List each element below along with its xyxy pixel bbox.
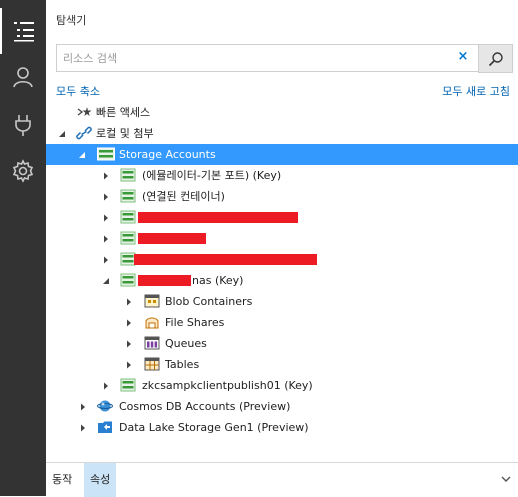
expand-caret-icon[interactable] [123, 312, 135, 333]
search-icon [488, 51, 503, 66]
tree-item-label: zkcsampkclientpublish01 (Key) [142, 379, 313, 392]
bottom-tab-bar: 동작 속성 [46, 462, 518, 497]
tree-item-redacted-account[interactable] [46, 207, 518, 228]
tree-item-queues[interactable]: Queues [46, 333, 518, 354]
tree-item-emulator[interactable]: (에뮬레이터-기본 포트) (Key) [46, 165, 518, 186]
tree-item-label: Data Lake Storage Gen1 (Preview) [119, 421, 309, 434]
tree-item-label: Storage Accounts [119, 148, 216, 161]
tree-item-account-nas[interactable]: nas (Key) [46, 270, 518, 291]
collapse-caret-icon[interactable] [100, 270, 112, 291]
settings-activity-button[interactable] [0, 148, 46, 194]
blob-icon [144, 294, 160, 308]
panel-title: 탐색기 [56, 14, 87, 27]
tree-item-label: 로컬 및 첨부 [96, 127, 154, 140]
expand-caret-icon[interactable] [100, 249, 112, 270]
storage-icon [120, 378, 136, 392]
expand-caret-icon[interactable] [77, 396, 89, 417]
expand-caret-icon[interactable] [100, 165, 112, 186]
link-icon [76, 126, 92, 140]
queue-icon [144, 336, 160, 350]
refresh-all-link[interactable]: 모두 새로 고침 [442, 83, 510, 99]
collapse-caret-icon[interactable] [76, 144, 88, 165]
tree-item-local-attached[interactable]: 로컬 및 첨부 [46, 123, 518, 144]
expand-caret-icon[interactable] [123, 354, 135, 375]
redaction-bar [138, 275, 191, 286]
datalake-icon [98, 421, 112, 433]
storage-icon [120, 231, 136, 245]
account-icon [13, 67, 33, 88]
tree-item-label: (에뮬레이터-기본 포트) (Key) [142, 169, 282, 182]
list-icon [14, 22, 34, 42]
collapse-caret-icon[interactable] [56, 123, 68, 144]
activity-bar [0, 0, 46, 496]
resource-tree: 빠른 액세스 로컬 및 첨부 Storage Accounts (에뮬레이터-기… [46, 102, 518, 438]
tree-item-label: Tables [165, 358, 200, 371]
storage-explorer: 탐색기 × 모두 축소 모두 새로 고침 빠른 액세스 [0, 0, 518, 497]
connect-activity-button[interactable] [0, 102, 46, 148]
expand-caret-icon[interactable] [123, 291, 135, 312]
explorer-panel: 탐색기 × 모두 축소 모두 새로 고침 빠른 액세스 [46, 0, 518, 497]
search-input[interactable] [56, 44, 484, 72]
gear-icon [12, 159, 34, 183]
expand-caret-icon[interactable] [100, 186, 112, 207]
tree-item-account-publish[interactable]: zkcsampkclientpublish01 (Key) [46, 375, 518, 396]
tree-item-label: Cosmos DB Accounts (Preview) [119, 400, 291, 413]
tree-item-label: Queues [165, 337, 207, 350]
tree-item-cosmos[interactable]: Cosmos DB Accounts (Preview) [46, 396, 518, 417]
quick-access-icon [77, 107, 92, 116]
redaction-bar [138, 233, 206, 244]
tree-item-redacted-account[interactable] [46, 249, 518, 270]
tree-item-quick-access[interactable]: 빠른 액세스 [46, 102, 518, 123]
tree-item-redacted-account[interactable] [46, 228, 518, 249]
account-activity-button[interactable] [0, 54, 46, 100]
storage-icon [120, 273, 136, 287]
clear-search-button[interactable]: × [456, 50, 470, 64]
chevron-down-icon[interactable] [500, 473, 512, 485]
expand-caret-icon[interactable] [100, 375, 112, 396]
tree-item-label: Blob Containers [165, 295, 253, 308]
tab-actions[interactable]: 동작 [46, 463, 78, 497]
tree-item-label: (연결된 컨테이너) [142, 190, 225, 203]
expand-caret-icon[interactable] [100, 207, 112, 228]
tree-item-label: nas (Key) [192, 274, 244, 287]
plug-icon [15, 115, 31, 136]
redaction-bar [134, 254, 317, 265]
tree-item-tables[interactable]: Tables [46, 354, 518, 375]
file-share-icon [145, 317, 159, 329]
tree-item-attached-containers[interactable]: (연결된 컨테이너) [46, 186, 518, 207]
tree-item-datalake[interactable]: Data Lake Storage Gen1 (Preview) [46, 417, 518, 438]
expand-caret-icon[interactable] [77, 417, 89, 438]
storage-icon [97, 147, 115, 161]
tree-item-file-shares[interactable]: File Shares [46, 312, 518, 333]
tree-item-label: 빠른 액세스 [96, 106, 151, 119]
expand-caret-icon[interactable] [123, 333, 135, 354]
tree-item-blob-containers[interactable]: Blob Containers [46, 291, 518, 312]
tree-item-label: File Shares [165, 316, 225, 329]
tab-properties[interactable]: 속성 [84, 463, 117, 497]
table-icon [144, 357, 160, 371]
search-bar: × [56, 44, 514, 73]
explorer-activity-button[interactable] [0, 8, 46, 54]
cosmos-icon [97, 400, 113, 412]
storage-icon [120, 189, 136, 203]
tree-item-storage-accounts[interactable]: Storage Accounts [46, 144, 518, 165]
storage-icon [120, 210, 136, 224]
redaction-bar [138, 212, 298, 223]
collapse-all-link[interactable]: 모두 축소 [56, 83, 100, 99]
search-button[interactable] [478, 44, 513, 73]
expand-caret-icon[interactable] [100, 228, 112, 249]
storage-icon [120, 168, 136, 182]
